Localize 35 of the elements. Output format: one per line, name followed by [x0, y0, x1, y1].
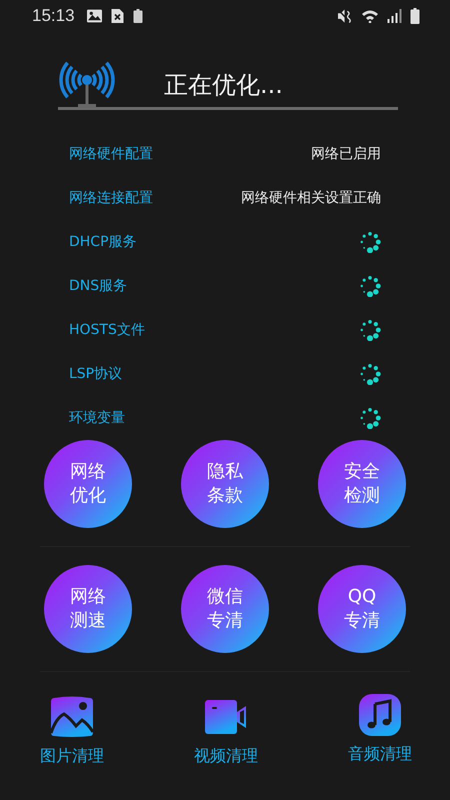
- check-label: DNS服务: [69, 277, 128, 295]
- loading-spinner-icon: [359, 407, 381, 429]
- check-result: 网络已启用: [311, 145, 381, 163]
- tool-button[interactable]: 安全检测: [318, 440, 406, 528]
- signal-icon: [387, 9, 402, 23]
- mute-vibrate-icon: [338, 9, 353, 23]
- check-label: 环境变量: [69, 409, 125, 427]
- wifi-icon: [361, 9, 379, 23]
- clock-time: 15:13: [32, 6, 75, 26]
- loading-spinner-icon: [359, 231, 381, 253]
- check-label: DHCP服务: [69, 233, 137, 251]
- tool-button[interactable]: 微信专清: [181, 565, 269, 653]
- loading-spinner-icon: [359, 275, 381, 297]
- image-icon: [50, 696, 94, 738]
- check-result: 网络硬件相关设置正确: [241, 189, 381, 207]
- tool-button[interactable]: 网络测速: [44, 565, 132, 653]
- loading-spinner-icon: [359, 363, 381, 385]
- check-label: 网络连接配置: [69, 189, 153, 207]
- status-title: 正在优化...: [164, 70, 283, 101]
- nav-item[interactable]: 图片清理: [40, 690, 104, 767]
- tool-button[interactable]: 隐私条款: [181, 440, 269, 528]
- nav-item[interactable]: 视频清理: [194, 690, 258, 767]
- battery-icon: [410, 8, 420, 24]
- music-note-icon: [358, 694, 402, 736]
- image-icon: [86, 9, 102, 23]
- tool-button[interactable]: 网络优化: [44, 440, 132, 528]
- video-camera-icon: [205, 700, 247, 734]
- check-label: HOSTS文件: [69, 321, 145, 339]
- loading-spinner-icon: [359, 319, 381, 341]
- check-label: LSP协议: [69, 365, 122, 383]
- check-label: 网络硬件配置: [69, 145, 153, 163]
- nav-item[interactable]: 音频清理: [348, 690, 412, 765]
- battery-icon: [132, 9, 143, 23]
- sim-card-icon: [110, 9, 125, 23]
- tool-button[interactable]: QQ专清: [318, 565, 406, 653]
